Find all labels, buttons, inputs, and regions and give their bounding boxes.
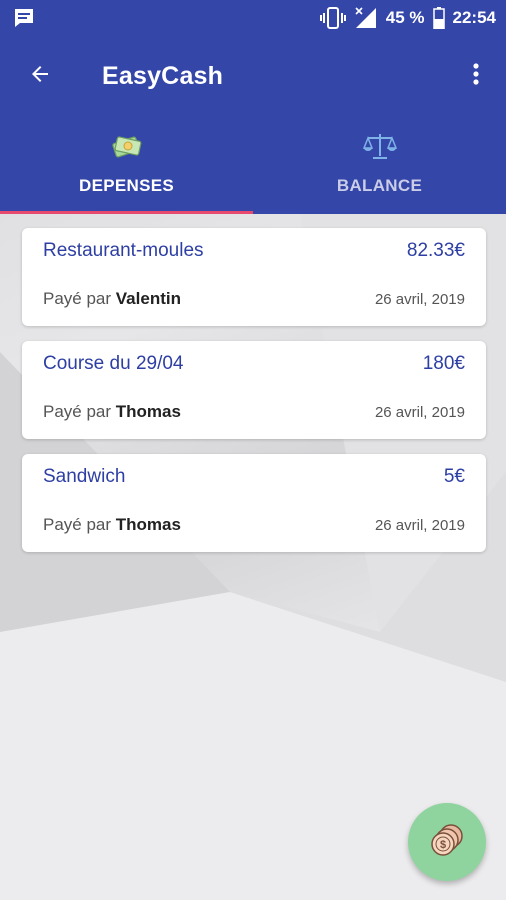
no-signal-icon [354, 7, 378, 29]
paid-by-prefix: Payé par [43, 402, 112, 421]
app-bar: EasyCash [0, 36, 506, 116]
tab-balance[interactable]: BALANCE [253, 116, 506, 214]
tab-balance-label: BALANCE [336, 176, 423, 195]
expense-date: 26 avril, 2019 [374, 290, 465, 308]
svg-text:$: $ [440, 839, 446, 851]
more-vert-icon [473, 62, 479, 91]
expense-list: Restaurant-moules 82.33€ Payé par Valent… [22, 228, 486, 567]
payer-name: Thomas [115, 515, 181, 534]
paid-by: Payé par Valentin [43, 289, 181, 309]
paid-by: Payé par Thomas [43, 402, 181, 422]
expense-title: Restaurant-moules [43, 240, 204, 261]
expense-date: 26 avril, 2019 [374, 403, 465, 421]
coins-icon: $ [427, 820, 467, 865]
add-expense-button[interactable]: $ [408, 803, 486, 881]
more-options-button[interactable] [464, 56, 488, 96]
message-icon [12, 6, 36, 30]
status-bar: 45 % 22:54 [0, 0, 506, 36]
expense-amount: 180€ [422, 353, 465, 374]
expense-card[interactable]: Sandwich 5€ Payé par Thomas 26 avril, 20… [22, 454, 486, 552]
back-arrow-icon [28, 62, 52, 91]
paid-by: Payé par Thomas [43, 515, 181, 535]
status-time: 22:54 [452, 8, 496, 27]
paid-by-prefix: Payé par [43, 515, 112, 534]
tab-bar: DEPENSES BALANCE [0, 116, 506, 214]
expense-date: 26 avril, 2019 [374, 516, 465, 534]
payer-name: Valentin [115, 289, 181, 308]
scale-icon [362, 130, 397, 162]
tab-depenses-label: DEPENSES [79, 176, 174, 195]
battery-percent: 45 % [385, 8, 425, 27]
expense-card[interactable]: Course du 29/04 180€ Payé par Thomas 26 … [22, 341, 486, 439]
paid-by-prefix: Payé par [43, 289, 112, 308]
tab-depenses[interactable]: DEPENSES [0, 116, 253, 214]
expense-amount: 82.33€ [406, 240, 465, 261]
expense-title: Sandwich [43, 466, 126, 487]
back-button[interactable] [20, 56, 60, 96]
tab-active-indicator [0, 211, 253, 214]
battery-icon [432, 7, 445, 29]
payer-name: Thomas [115, 402, 181, 421]
expense-amount: 5€ [443, 466, 465, 487]
vibrate-icon [319, 7, 346, 29]
money-icon [111, 130, 143, 162]
expense-title: Course du 29/04 [43, 353, 184, 374]
expense-card[interactable]: Restaurant-moules 82.33€ Payé par Valent… [22, 228, 486, 326]
app-title: EasyCash [102, 61, 224, 90]
